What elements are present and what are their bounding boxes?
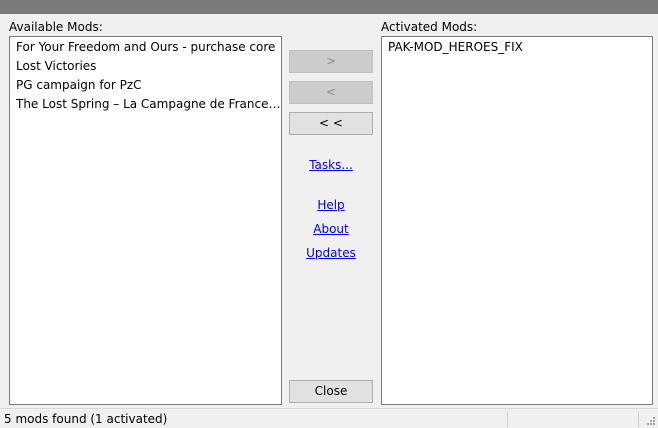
activate-button[interactable]: >	[289, 50, 373, 73]
status-text: 5 mods found (1 activated)	[4, 412, 168, 426]
available-mod-item[interactable]: The Lost Spring – La Campagne de France …	[10, 95, 281, 114]
activated-mod-item[interactable]: PAK-MOD_HEROES_FIX	[382, 38, 652, 57]
status-separator	[507, 411, 508, 427]
status-separator	[638, 411, 639, 427]
available-mod-item[interactable]: Lost Victories	[10, 57, 281, 76]
help-link[interactable]: Help	[289, 198, 373, 212]
status-bar: 5 mods found (1 activated)	[0, 408, 658, 428]
about-link[interactable]: About	[289, 222, 373, 236]
available-mods-list[interactable]: For Your Freedom and Ours - purchase cor…	[9, 36, 282, 405]
available-mod-item[interactable]: PG campaign for PzC	[10, 76, 281, 95]
close-button[interactable]: Close	[289, 380, 373, 403]
deactivate-button[interactable]: <	[289, 81, 373, 104]
available-mod-item[interactable]: For Your Freedom and Ours - purchase cor…	[10, 38, 281, 57]
tasks-link[interactable]: Tasks...	[289, 158, 373, 172]
resize-grip-icon[interactable]	[646, 416, 656, 426]
activated-mods-label: Activated Mods:	[381, 20, 478, 34]
updates-link[interactable]: Updates	[289, 246, 373, 260]
deactivate-all-button[interactable]: < <	[289, 112, 373, 135]
activated-mods-list[interactable]: PAK-MOD_HEROES_FIX	[381, 36, 653, 405]
available-mods-label: Available Mods:	[9, 20, 103, 34]
title-bar	[0, 0, 658, 14]
